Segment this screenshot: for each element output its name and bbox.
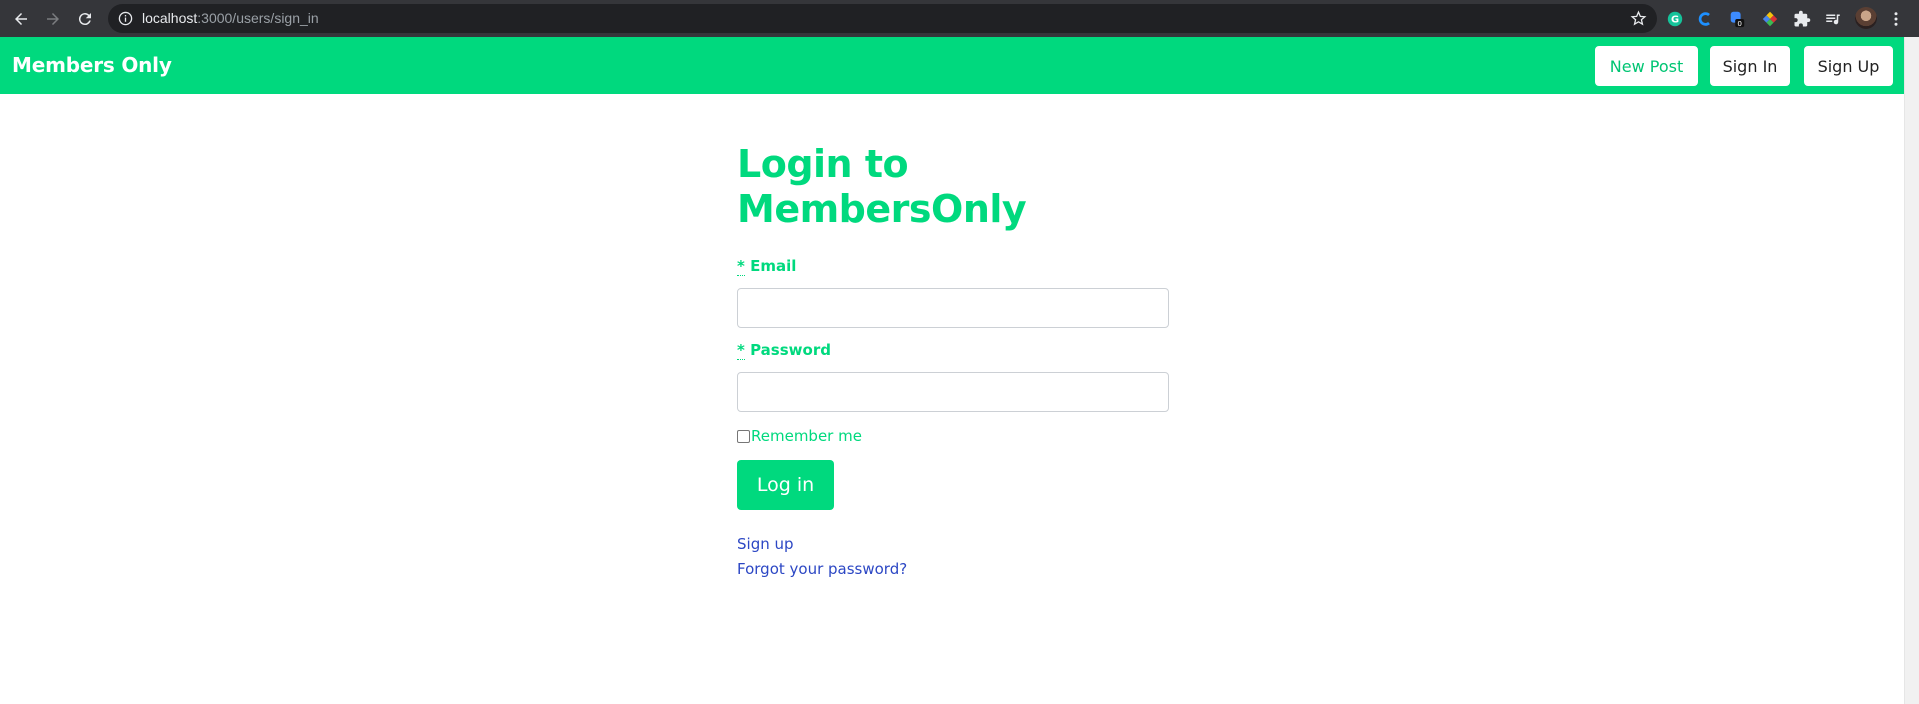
remember-me-row: Remember me: [737, 427, 862, 445]
c-extension[interactable]: [1695, 9, 1714, 28]
url-text[interactable]: localhost:3000/users/sign_in: [142, 10, 319, 26]
browser-menu-button[interactable]: [1883, 6, 1909, 32]
page-title: Login to MembersOnly: [737, 142, 1027, 231]
ghost-extension-icon: 0: [1730, 11, 1744, 27]
sign-up-link[interactable]: Sign up: [737, 535, 794, 553]
color-wheel-icon: [1762, 11, 1777, 26]
required-mark: *: [737, 257, 745, 276]
email-field[interactable]: [737, 288, 1169, 328]
login-button[interactable]: Log in: [737, 460, 834, 510]
extensions-menu-button[interactable]: [1792, 9, 1811, 28]
arrow-right-icon: [47, 13, 59, 25]
sign-up-button[interactable]: Sign Up: [1804, 46, 1893, 86]
forgot-password-link[interactable]: Forgot your password?: [737, 560, 907, 578]
svg-text:G: G: [1670, 14, 1678, 25]
profile-avatar[interactable]: [1855, 7, 1877, 29]
address-bar[interactable]: localhost:3000/users/sign_in: [108, 4, 1657, 33]
reload-button[interactable]: [72, 6, 98, 32]
app-navbar: Members Only New Post Sign In Sign Up: [0, 37, 1904, 94]
puzzle-icon: [1794, 10, 1810, 26]
color-extension[interactable]: [1760, 9, 1779, 28]
password-label-text: Password: [750, 341, 831, 359]
url-host: localhost: [142, 10, 198, 26]
reload-icon: [78, 13, 91, 26]
remember-me-label[interactable]: Remember me: [751, 427, 862, 445]
arrow-left-icon: [15, 13, 27, 25]
password-field[interactable]: [737, 372, 1169, 412]
extension-badge: 0: [1737, 18, 1742, 27]
email-label: * Email: [737, 257, 797, 276]
back-button[interactable]: [8, 6, 34, 32]
new-post-button[interactable]: New Post: [1595, 46, 1698, 86]
remember-me-checkbox[interactable]: [737, 429, 750, 443]
grammarly-icon: G: [1667, 11, 1682, 26]
grammarly-extension[interactable]: G: [1665, 9, 1684, 28]
page-scrollbar[interactable]: [1904, 37, 1919, 704]
counter-extension[interactable]: 0: [1727, 9, 1746, 28]
required-mark: *: [737, 341, 745, 360]
c-extension-icon: [1698, 11, 1710, 26]
sign-in-button[interactable]: Sign In: [1710, 46, 1790, 86]
bookmark-star-icon[interactable]: [1630, 10, 1647, 27]
brand-logo[interactable]: Members Only: [12, 53, 172, 77]
browser-toolbar: localhost:3000/users/sign_in G 0: [0, 0, 1919, 37]
url-path: :3000/users/sign_in: [197, 10, 319, 26]
password-label: * Password: [737, 341, 831, 360]
playlist-icon: [1825, 14, 1840, 24]
email-label-text: Email: [750, 257, 797, 275]
more-vertical-icon: [1894, 12, 1898, 26]
media-control-button[interactable]: [1823, 9, 1842, 28]
info-icon[interactable]: [118, 11, 133, 26]
forward-button[interactable]: [40, 6, 66, 32]
